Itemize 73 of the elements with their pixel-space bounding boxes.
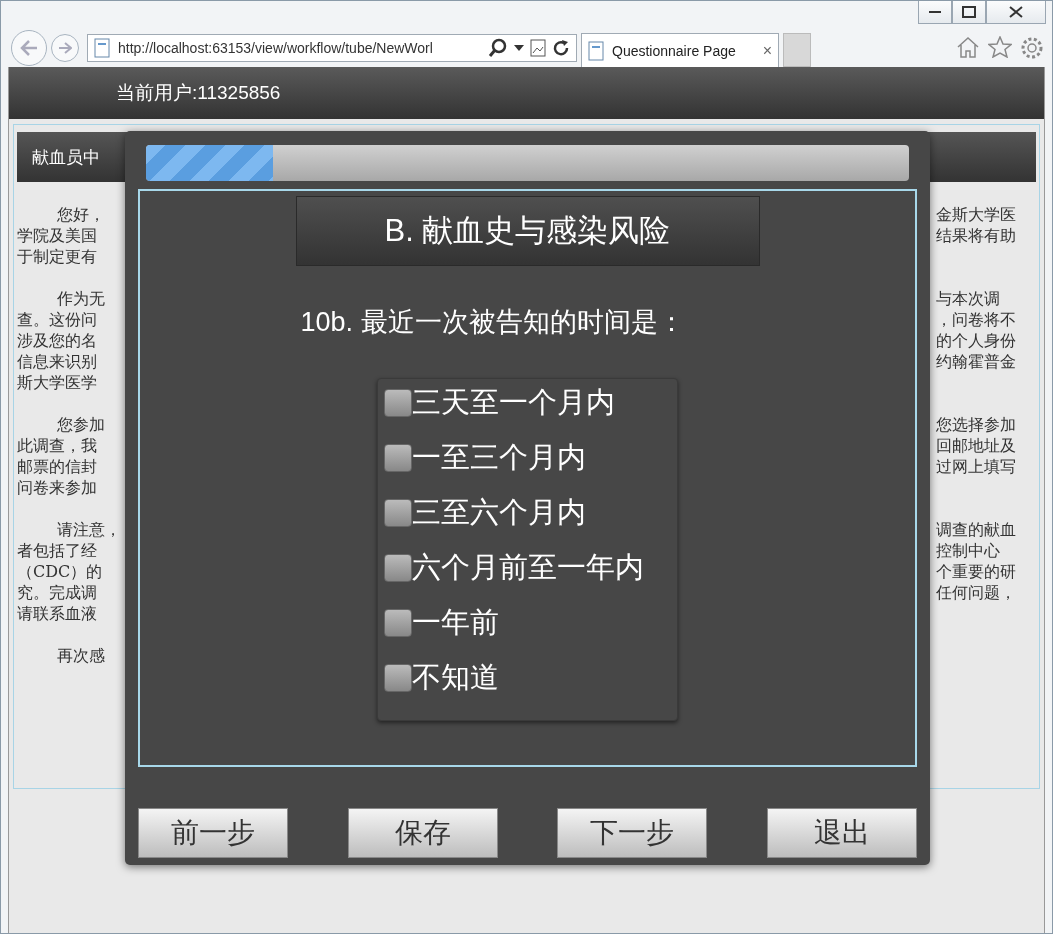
back-button[interactable] — [11, 30, 47, 66]
paragraph-text: 约翰霍普金 — [936, 351, 1017, 372]
browser-tab[interactable]: Questionnaire Page × — [581, 33, 779, 67]
paragraph-text: 任何问题， — [936, 582, 1017, 603]
checkbox[interactable] — [384, 664, 412, 692]
current-user-label: 当前用户:11325856 — [116, 81, 281, 105]
settings-icon[interactable] — [1020, 36, 1044, 60]
paragraph-text: 调查的献血 — [936, 519, 1017, 540]
paragraph-text: 过网上填写 — [936, 456, 1017, 477]
home-icon[interactable] — [956, 36, 980, 58]
page-icon — [588, 40, 606, 61]
paragraph-text: 作为无 — [56, 288, 105, 309]
question-text: 10b. 最近一次被告知的时间是： — [300, 306, 685, 339]
paragraph-text: 者包括了经 — [17, 540, 97, 561]
checkbox[interactable] — [384, 554, 412, 582]
paragraph-text: 究。完成调 — [17, 582, 97, 603]
nav-button[interactable]: 前一步 — [138, 808, 288, 858]
option-label[interactable]: 三天至一个月内 — [412, 383, 615, 423]
option-label[interactable]: 六个月前至一年内 — [412, 548, 644, 588]
paragraph-text: 此调查，我 — [17, 435, 97, 456]
paragraph-text: 回邮地址及 — [936, 435, 1017, 456]
paragraph-text: 斯大学医学 — [17, 372, 97, 393]
minimize-button[interactable] — [918, 1, 952, 24]
checkbox[interactable] — [384, 389, 412, 417]
checkbox[interactable] — [384, 444, 412, 472]
paragraph-text: 金斯大学医 — [936, 204, 1017, 225]
address-bar[interactable]: http://localhost:63153/view/workflow/tube/NewWorl — [87, 34, 577, 62]
search-icon[interactable] — [488, 38, 508, 58]
paragraph-text: 控制中心 — [936, 540, 1001, 561]
paragraph-text: 于制定更有 — [17, 246, 97, 267]
paragraph-text: 请注意， — [56, 519, 121, 540]
paragraph-text: ，问卷将不 — [936, 309, 1017, 330]
checkbox[interactable] — [384, 499, 412, 527]
right-arrow-icon — [58, 42, 72, 54]
option-label[interactable]: 不知道 — [412, 658, 499, 698]
paragraph-text: 个重要的研 — [936, 561, 1017, 582]
checkbox[interactable] — [384, 609, 412, 637]
paragraph-text: 您参加 — [56, 414, 105, 435]
left-arrow-icon — [20, 40, 38, 56]
option-label[interactable]: 一年前 — [412, 603, 499, 643]
star-icon[interactable] — [988, 36, 1012, 58]
paragraph-text: 查。这份问 — [17, 309, 97, 330]
close-tab-button[interactable]: × — [762, 41, 772, 60]
paragraph-text: 邮票的信封 — [17, 456, 97, 477]
paragraph-text: （CDC）的 — [17, 561, 103, 582]
minimize-icon — [929, 10, 941, 14]
maximize-button[interactable] — [952, 1, 986, 24]
paragraph-text: 问卷来参加 — [17, 477, 97, 498]
dropdown-caret-icon[interactable] — [514, 45, 524, 51]
section-heading: B. 献血史与感染风险 — [384, 212, 671, 250]
paragraph-text: 请联系血液 — [17, 603, 97, 624]
paragraph-text: 再次感 — [56, 645, 105, 666]
nav-button[interactable]: 保存 — [347, 808, 498, 858]
refresh-icon[interactable] — [552, 39, 570, 57]
nav-button[interactable]: 下一步 — [557, 808, 708, 858]
nav-button[interactable]: 退出 — [766, 808, 917, 858]
paragraph-text: 学院及美国 — [17, 225, 97, 246]
maximize-icon — [962, 6, 976, 18]
paragraph-text: 您好， — [56, 204, 105, 225]
forward-button[interactable] — [51, 34, 79, 62]
paragraph-text: 信息来识别 — [17, 351, 97, 372]
option-label[interactable]: 一至三个月内 — [412, 438, 586, 478]
paragraph-text: 结果将有助 — [936, 225, 1017, 246]
paragraph-text: 涉及您的名 — [17, 330, 97, 351]
paragraph-text: 您选择参加 — [936, 414, 1017, 435]
picture-icon[interactable] — [530, 39, 546, 57]
paragraph-text: 与本次调 — [936, 288, 1001, 309]
close-button[interactable] — [986, 1, 1046, 24]
option-label[interactable]: 三至六个月内 — [412, 493, 586, 533]
section-title: 献血员中 — [32, 146, 100, 169]
close-icon — [1009, 6, 1023, 18]
paragraph-text: 的个人身份 — [936, 330, 1017, 351]
page-icon — [94, 38, 112, 58]
